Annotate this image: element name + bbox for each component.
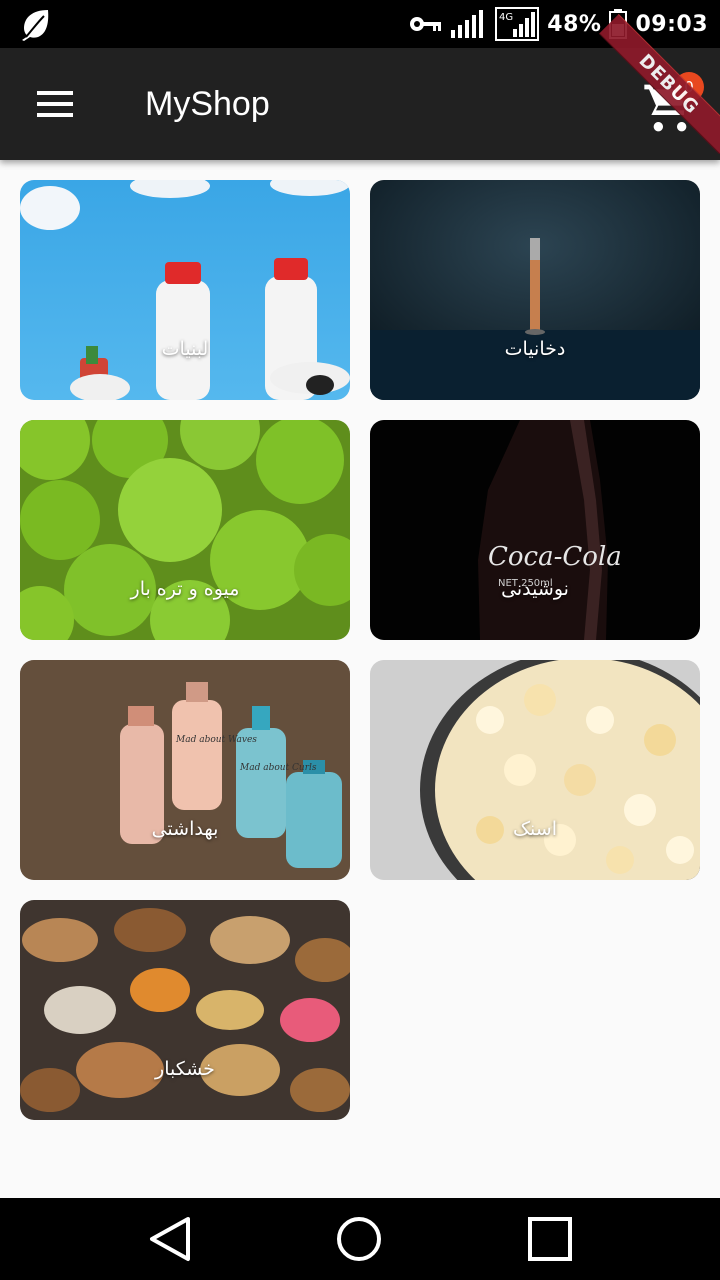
category-grid: لبنیات دخانیات میوه و تره بار Coca-Cola [0, 160, 720, 1198]
category-card-dairy[interactable]: لبنیات [20, 180, 350, 400]
signal-icon [451, 10, 484, 38]
back-button[interactable] [140, 1214, 200, 1264]
tobacco-image [370, 180, 700, 400]
category-card-fruits[interactable]: میوه و تره بار [20, 420, 350, 640]
category-label-drinks: نوشیدنی [501, 578, 569, 600]
network-label: 4G [499, 12, 513, 23]
category-card-snacks[interactable]: اسنک [370, 660, 700, 880]
category-card-tobacco[interactable]: دخانیات [370, 180, 700, 400]
menu-button[interactable] [24, 76, 88, 132]
leaf-icon [22, 10, 49, 41]
category-label-tobacco: دخانیات [504, 338, 566, 360]
fruits-image [20, 420, 350, 640]
battery-percent: 48% [547, 11, 602, 37]
category-label-nuts: خشکبار [155, 1058, 215, 1080]
category-label-hygiene: بهداشتی [151, 818, 219, 840]
recents-button[interactable] [520, 1214, 580, 1264]
page-title: MyShop [145, 85, 270, 123]
hygiene-image: Mad about Waves Mad about Curls [20, 660, 350, 880]
cola-logo: Coca-Cola [488, 542, 622, 572]
menu-icon [37, 91, 73, 117]
bottle-text: Mad about Waves [175, 735, 257, 745]
category-card-hygiene[interactable]: Mad about Waves Mad about Curls بهداشتی [20, 660, 350, 880]
key-icon [410, 17, 442, 31]
category-label-fruits: میوه و تره بار [130, 578, 240, 600]
app-bar: MyShop 0 DEBUG [0, 13, 720, 160]
signal-4g-icon: 4G [495, 7, 540, 41]
dairy-image [20, 180, 350, 400]
home-button[interactable] [329, 1214, 389, 1264]
bottle-text-2: Mad about Curls [239, 763, 317, 773]
back-icon [150, 1217, 190, 1261]
recents-icon [528, 1217, 572, 1261]
category-label-dairy: لبنیات [161, 338, 209, 360]
snacks-image [370, 660, 700, 880]
status-time: 09:03 [635, 11, 708, 37]
drinks-image: Coca-Cola NET 250ml [370, 420, 700, 640]
category-card-drinks[interactable]: Coca-Cola NET 250ml نوشیدنی [370, 420, 700, 640]
category-label-snacks: اسنک [513, 818, 557, 840]
nuts-image [20, 900, 350, 1120]
category-card-nuts[interactable]: خشکبار [20, 900, 350, 1120]
home-icon [337, 1217, 381, 1261]
navigation-bar [0, 1198, 720, 1280]
